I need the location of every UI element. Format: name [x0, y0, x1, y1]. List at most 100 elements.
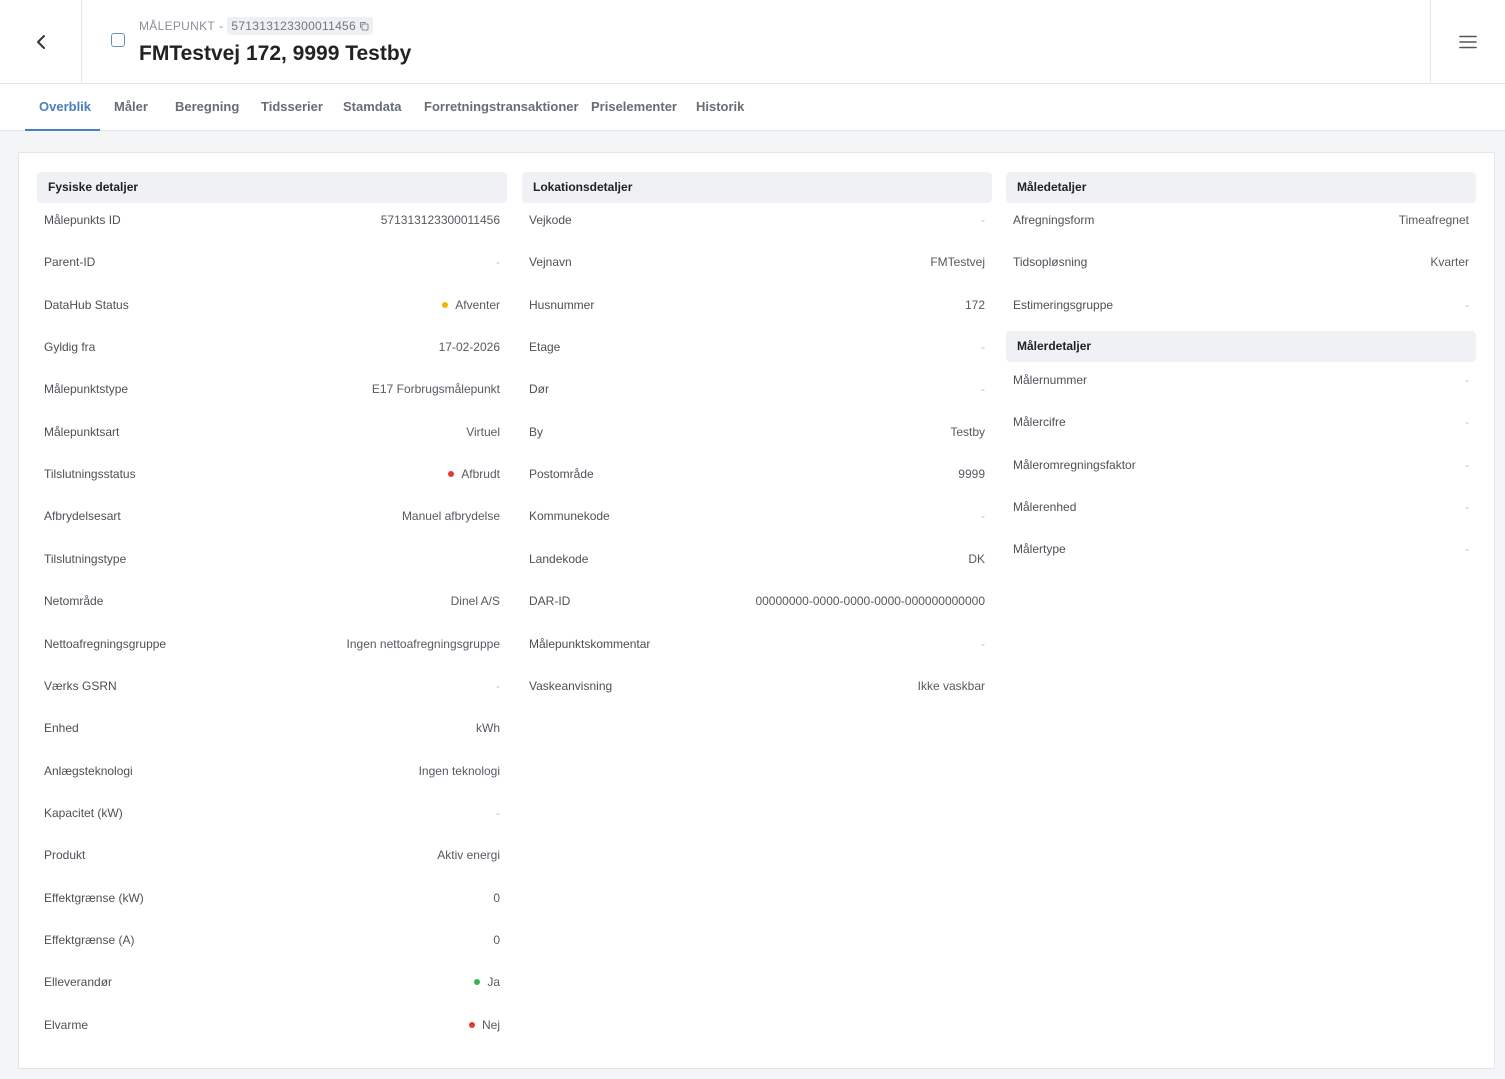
- detail-value-text: Ja: [487, 975, 500, 990]
- detail-label: Elleverandør: [44, 975, 113, 990]
- detail-label: Nettoafregningsgruppe: [44, 636, 167, 651]
- copy-icon: [360, 22, 369, 31]
- menu-button[interactable]: [1430, 0, 1505, 83]
- detail-value-text: 0: [493, 890, 500, 905]
- detail-label: Husnummer: [529, 297, 595, 312]
- back-button[interactable]: [0, 0, 82, 83]
- detail-value-text: -: [981, 509, 985, 524]
- detail-value-text: Testby: [950, 424, 985, 439]
- detail-label: Målepunktskommentar: [529, 636, 651, 651]
- detail-value-text: -: [1465, 297, 1469, 312]
- detail-value: Manuel afbrydelse: [402, 509, 500, 523]
- detail-value-text: 172: [964, 297, 985, 312]
- detail-label: Dør: [529, 382, 549, 397]
- detail-row: Effektgrænse (A) 0: [44, 930, 500, 950]
- section-header: Måledetaljer: [1006, 172, 1476, 203]
- detail-row: Elleverandør Ja: [44, 972, 500, 992]
- detail-value: DK: [968, 552, 985, 566]
- detail-value-text: 571313123300011456: [380, 213, 500, 227]
- detail-value: -: [496, 806, 500, 820]
- detail-value-text: Ikke vaskbar: [917, 678, 985, 693]
- detail-label: Anlægsteknologi: [44, 763, 133, 778]
- detail-value-text: 9999: [958, 467, 985, 482]
- detail-value-text: Timeafregnet: [1398, 213, 1469, 227]
- detail-value: -: [1465, 542, 1469, 556]
- detail-row: Parent-ID -: [44, 252, 500, 272]
- detail-row: Gyldig fra 17-02-2026: [44, 337, 500, 357]
- detail-label: Postområde: [529, 467, 594, 482]
- detail-value-text: -: [1465, 542, 1469, 557]
- page-title: FMTestvej 172, 9999 Testby: [139, 42, 412, 65]
- detail-row: Målepunktskommentar -: [529, 634, 985, 654]
- fysiske-detaljer-section: Fysiske detaljer Målepunkts ID 5713131233…: [37, 172, 507, 1032]
- detail-value: -: [981, 382, 985, 396]
- detail-value: Ikke vaskbar: [918, 679, 985, 693]
- detail-row: Vejkode -: [529, 210, 985, 230]
- detail-label: Afregningsform: [1013, 213, 1095, 227]
- active-tab-indicator: [25, 129, 100, 131]
- detail-row: Kommunekode -: [529, 506, 985, 526]
- tab-beregning[interactable]: Beregning: [175, 84, 239, 131]
- detail-row: Målepunktsart Virtuel: [44, 422, 500, 442]
- detail-row: Tilslutningsstatus Afbrudt: [44, 464, 500, 484]
- detail-value: FMTestvej: [930, 255, 985, 269]
- section-header: Målerdetaljer: [1006, 331, 1476, 362]
- detail-value-text: DK: [968, 551, 985, 566]
- detail-value: -: [1465, 500, 1469, 514]
- metering-point-id: 571313123300011456: [231, 19, 356, 33]
- detail-value-text: -: [1465, 415, 1469, 430]
- detail-label: Tilslutningsstatus: [44, 467, 136, 482]
- tab-historik[interactable]: Historik: [696, 84, 744, 131]
- tab-overblik[interactable]: Overblik: [39, 84, 91, 131]
- select-checkbox[interactable]: [111, 33, 125, 47]
- detail-row: Tidsopløsning Kvarter: [1013, 252, 1469, 272]
- tab-priselementer[interactable]: Priselementer: [591, 84, 677, 131]
- tab-maaler[interactable]: Måler: [114, 84, 148, 131]
- detail-value: 0: [493, 933, 500, 947]
- detail-label: Produkt: [44, 848, 86, 863]
- detail-label: Etage: [529, 340, 561, 355]
- detail-label: Målepunkts ID: [44, 213, 121, 227]
- detail-row: Målernummer -: [1013, 370, 1469, 390]
- detail-label: DataHub Status: [44, 297, 129, 312]
- detail-row: Produkt Aktiv energi: [44, 845, 500, 865]
- detail-value-text: 00000000-0000-0000-0000-000000000000: [755, 594, 985, 609]
- detail-label: Vejnavn: [529, 255, 572, 270]
- detail-label: Målercifre: [1013, 415, 1066, 430]
- detail-value: -: [1465, 298, 1469, 312]
- detail-value: Dinel A/S: [451, 594, 500, 608]
- detail-row: Netområde Dinel A/S: [44, 591, 500, 611]
- status-dot-icon: [474, 979, 481, 986]
- tab-forretningstransaktioner[interactable]: Forretningstransaktioner: [424, 84, 579, 131]
- detail-row: Etage -: [529, 337, 985, 357]
- detail-value: kWh: [476, 721, 500, 735]
- detail-label: Landekode: [529, 551, 589, 566]
- detail-value: 172: [965, 298, 985, 312]
- lokationsdetaljer-section: Lokationsdetaljer Vejkode - Vejnavn FMTestv…: [522, 172, 992, 693]
- detail-value: Virtuel: [466, 425, 500, 439]
- detail-row: Estimeringsgruppe -: [1013, 295, 1469, 315]
- detail-row: Tilslutningstype: [44, 549, 500, 569]
- detail-row: DAR-ID 00000000-0000-0000-0000-0000000000…: [529, 591, 985, 611]
- detail-value: -: [496, 679, 500, 693]
- top-bar: MÅLEPUNKT - 571313123300011456 FMTestvej…: [0, 0, 1505, 84]
- detail-label: Målepunktstype: [44, 382, 129, 397]
- detail-label: Kommunekode: [529, 509, 610, 524]
- detail-value-text: Afbrudt: [461, 467, 500, 482]
- tab-stamdata[interactable]: Stamdata: [343, 84, 402, 131]
- detail-value: -: [981, 509, 985, 523]
- overview-card: Fysiske detaljer Målepunkts ID 5713131233…: [18, 152, 1495, 1069]
- detail-label: Estimeringsgruppe: [1013, 297, 1114, 312]
- detail-label: Effektgrænse (kW): [44, 890, 144, 905]
- detail-label: Målerenhed: [1013, 500, 1077, 515]
- detail-value-text: Nej: [481, 1017, 500, 1032]
- detail-value-text: Dinel A/S: [450, 594, 500, 609]
- detail-label: Målepunktsart: [44, 424, 120, 439]
- detail-label: Kapacitet (kW): [44, 805, 123, 820]
- detail-row: Måleromregningsfaktor -: [1013, 455, 1469, 475]
- tab-tidsserier[interactable]: Tidsserier: [261, 84, 323, 131]
- detail-value-text: -: [981, 213, 985, 227]
- detail-label: By: [529, 424, 544, 439]
- detail-label: Afbrydelsesart: [44, 509, 121, 524]
- copy-id-chip[interactable]: 571313123300011456: [227, 17, 373, 35]
